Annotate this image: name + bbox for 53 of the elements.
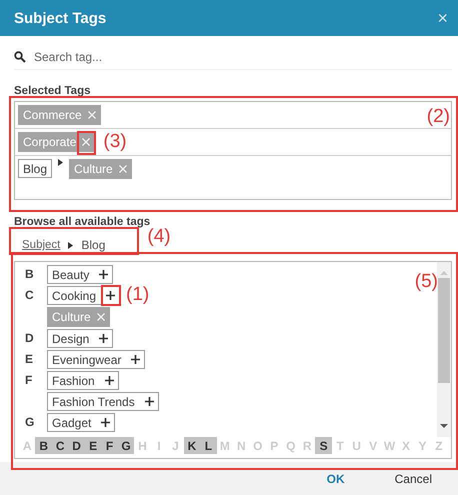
search-icon (14, 51, 26, 63)
letter-heading: B (25, 266, 35, 283)
tag-label: Culture (74, 162, 113, 176)
tag-label: Cooking (52, 288, 96, 302)
letter-filter[interactable]: E (84, 437, 102, 454)
tag-label: Commerce (23, 108, 82, 122)
breadcrumb-current: Blog (81, 238, 106, 252)
letter-heading: F (25, 372, 34, 389)
tag-label: Fashion (52, 374, 95, 388)
tag-label: Corporate (23, 135, 76, 149)
section-label: Browse all available tags (14, 216, 152, 228)
letter-filter[interactable]: D (68, 437, 85, 454)
add-icon[interactable] (99, 270, 108, 279)
cancel-button[interactable]: Cancel (384, 468, 442, 490)
add-icon[interactable] (99, 334, 108, 343)
letter-filter[interactable]: S (315, 437, 332, 454)
callout-label: (1) (126, 285, 150, 304)
letter-filter[interactable]: L (200, 437, 217, 454)
parent-tag: Blog (18, 159, 52, 178)
caret-icon (58, 159, 64, 166)
letter-heading: G (25, 414, 36, 431)
letter-heading: D (25, 330, 35, 347)
tag-label: Eveningwear (52, 352, 122, 366)
add-icon[interactable] (131, 355, 140, 364)
ok-button[interactable]: OK (316, 468, 355, 490)
window-title: Subject Tags (14, 10, 106, 26)
tag-label: Gadget (52, 416, 92, 430)
letter-filter[interactable]: G (118, 437, 134, 454)
letter-heading: E (25, 351, 34, 368)
letter-filter[interactable]: F (101, 437, 118, 454)
scroll-down-icon[interactable] (440, 423, 448, 429)
close-button[interactable]: × (437, 8, 448, 28)
tag-label: Fashion Trends (52, 394, 135, 408)
letter-filter[interactable]: C (52, 437, 68, 454)
letter-heading: C (25, 287, 35, 304)
tag-label: Culture (52, 310, 91, 324)
letter-filter[interactable]: B (35, 437, 52, 454)
tag-label: Beauty (52, 268, 90, 282)
caret-icon (68, 242, 74, 248)
scrollbar[interactable] (437, 262, 451, 437)
scrollbar-thumb[interactable] (438, 278, 450, 383)
add-icon[interactable] (101, 418, 110, 427)
callout-label: (4) (147, 227, 171, 246)
tag-label: Design (52, 332, 90, 346)
breadcrumb-link[interactable]: Subject (22, 239, 60, 251)
callout-label: (2) (426, 107, 450, 126)
add-icon[interactable] (104, 376, 114, 385)
callout-label: (5) (414, 272, 438, 291)
section-label: Selected Tags (14, 85, 92, 97)
letter-filter[interactable]: K (184, 437, 200, 454)
callout-label: (3) (103, 132, 127, 151)
add-icon[interactable] (106, 291, 116, 300)
add-icon[interactable] (144, 397, 154, 406)
